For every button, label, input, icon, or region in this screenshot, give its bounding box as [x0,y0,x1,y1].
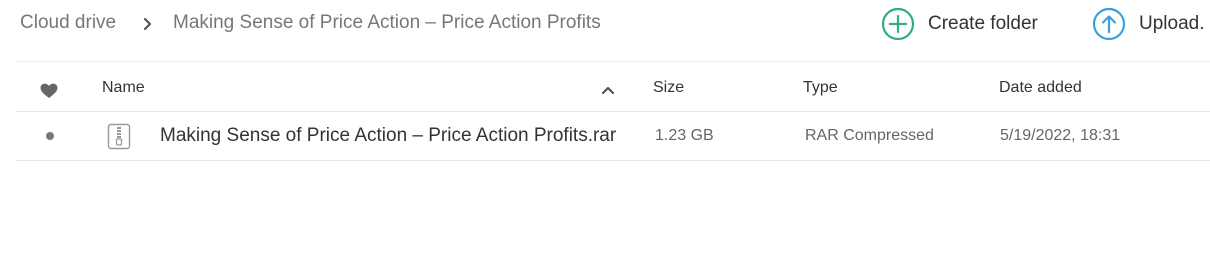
file-type: RAR Compressed [805,127,934,144]
create-folder-label: Create folder [928,13,1038,34]
zip-file-icon [107,123,131,150]
column-header-size[interactable]: Size [653,79,684,97]
column-header-name[interactable]: Name [102,79,145,97]
file-size: 1.23 GB [655,127,714,144]
file-date-added: 5/19/2022, 18:31 [1000,127,1121,144]
breadcrumb-root[interactable]: Cloud drive [20,12,116,34]
table-header: Name Size Type Date added [16,62,1210,112]
upload-label: Upload. [1139,13,1205,34]
arrow-up-circle-icon [1092,7,1126,41]
plus-circle-icon [881,7,915,41]
chevron-up-icon[interactable] [600,83,616,97]
file-name[interactable]: Making Sense of Price Action – Price Act… [160,125,638,147]
breadcrumb-current: Making Sense of Price Action – Price Act… [173,12,601,33]
table-row[interactable]: Making Sense of Price Action – Price Act… [16,112,1210,161]
row-indicator-dot [46,132,54,140]
top-bar: Cloud drive Making Sense of Price Action… [0,0,1210,48]
upload-button[interactable]: Upload. [1092,7,1205,41]
chevron-right-icon [143,17,152,31]
create-folder-button[interactable]: Create folder [881,7,1038,41]
column-header-date-added[interactable]: Date added [999,79,1082,97]
column-header-type[interactable]: Type [803,79,838,97]
heart-icon[interactable] [39,82,59,100]
